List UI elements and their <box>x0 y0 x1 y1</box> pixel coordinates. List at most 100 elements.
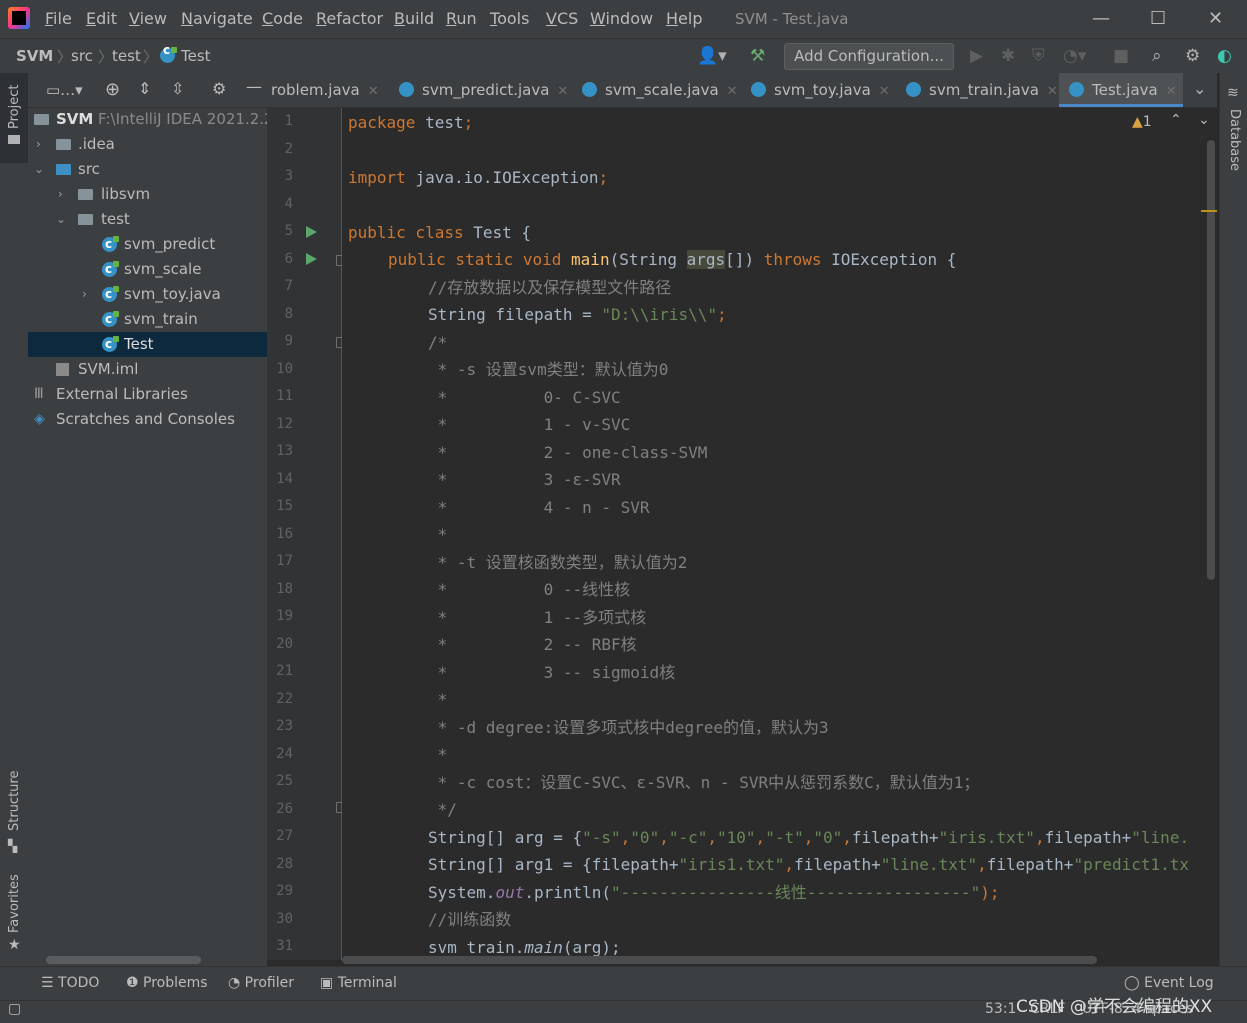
minimize-icon[interactable]: — <box>1092 8 1110 29</box>
tree-item-scratches[interactable]: ◈ Scratches and Consoles <box>28 407 267 432</box>
tree-item-libsvm[interactable]: › libsvm <box>28 182 267 207</box>
inspection-widget[interactable]: ▲1 <box>1132 114 1152 130</box>
iml-file-icon <box>56 363 69 376</box>
terminal-tool[interactable]: ▣ Terminal <box>320 975 397 991</box>
run-icon[interactable]: ▶ <box>970 46 983 66</box>
warning-marker[interactable] <box>1201 210 1217 212</box>
run-gutter-icon[interactable] <box>306 253 317 265</box>
line-number: 31 <box>276 938 293 954</box>
string-literal: "line.txt" <box>880 855 978 874</box>
build-hammer-icon[interactable]: ⚒ <box>750 46 765 66</box>
tab-svm-predict[interactable]: svm_predict.java ✕ <box>399 73 568 107</box>
project-tab-label[interactable]: Project <box>7 85 22 129</box>
hide-icon[interactable]: — <box>246 77 262 96</box>
chevron-down-icon[interactable]: ⌄ <box>56 207 66 232</box>
tree-item-src[interactable]: ⌄ src <box>28 157 267 182</box>
gear-icon[interactable]: ⚙ <box>1185 46 1200 66</box>
breadcrumb-svm[interactable]: SVM <box>16 47 53 65</box>
close-icon[interactable]: ✕ <box>1208 8 1223 29</box>
collapse-all-icon[interactable]: ⇳ <box>171 79 184 98</box>
tree-item-test[interactable]: ⌄ test <box>28 207 267 232</box>
gear-icon[interactable]: ⚙ <box>212 79 226 98</box>
database-tab-label[interactable]: Database <box>1227 109 1242 171</box>
add-configuration-button[interactable]: Add Configuration... <box>784 43 954 70</box>
maximize-icon[interactable]: ☐ <box>1150 8 1166 29</box>
menu-code[interactable]: Code <box>262 9 303 28</box>
coverage-icon[interactable]: ⛨ <box>1032 46 1045 66</box>
structure-tab-label[interactable]: Structure <box>7 771 22 831</box>
line-number: 1 <box>284 113 293 129</box>
chevron-right-icon[interactable]: › <box>36 132 41 157</box>
tab-svm-toy[interactable]: svm_toy.java ✕ <box>751 73 890 107</box>
menu-run[interactable]: Run <box>446 9 477 28</box>
code-text: , <box>977 855 987 874</box>
problems-tool[interactable]: ❶ Problems <box>126 975 208 991</box>
code-editor[interactable]: package test; import java.io.IOException… <box>342 108 1218 960</box>
caret-position[interactable]: 53:1 <box>985 1001 1016 1017</box>
tab-svm-train[interactable]: svm_train.java ✕ <box>906 73 1058 107</box>
close-tab-icon[interactable]: ✕ <box>879 84 890 99</box>
stop-icon[interactable]: ■ <box>1113 46 1129 66</box>
menu-view[interactable]: View <box>129 9 167 28</box>
menu-navigate[interactable]: Navigate <box>181 9 253 28</box>
plugin-icon[interactable]: ◐ <box>1217 46 1232 66</box>
tree-root[interactable]: SVM F:\IntelliJ IDEA 2021.2.2 <box>28 107 274 132</box>
navigation-bar: SVM 〉 src 〉 test 〉 Test 👤▾ ⚒ Add Configu… <box>0 38 1247 74</box>
chevron-down-icon[interactable]: ⌄ <box>1198 112 1210 128</box>
toggle-tool-windows-icon[interactable]: ▢ <box>8 1001 21 1017</box>
breadcrumb-test-class[interactable]: Test <box>181 47 211 65</box>
tree-item-svm-toy[interactable]: › svm_toy.java <box>28 282 267 307</box>
tab-svm-scale[interactable]: svm_scale.java ✕ <box>582 73 738 107</box>
tree-item-svm-iml[interactable]: SVM.iml <box>28 357 267 382</box>
breadcrumb-test[interactable]: test <box>112 47 141 65</box>
search-icon[interactable]: ⌕ <box>1152 46 1162 66</box>
menu-help[interactable]: Help <box>666 9 702 28</box>
editor-vertical-scrollbar[interactable] <box>1207 140 1215 580</box>
run-gutter-icon[interactable] <box>306 226 317 238</box>
debug-icon[interactable]: ✱ <box>1001 46 1015 66</box>
menu-edit[interactable]: Edit <box>86 9 117 28</box>
menu-file[interactable]: File <box>45 9 72 28</box>
tab-problem-java[interactable]: roblem.java ✕ <box>271 73 379 107</box>
close-tab-icon[interactable]: ✕ <box>727 84 738 99</box>
menu-tools[interactable]: Tools <box>490 9 529 28</box>
user-icon[interactable]: 👤▾ <box>697 46 727 66</box>
close-tab-icon[interactable]: ✕ <box>368 84 379 99</box>
class-icon <box>399 82 414 97</box>
favorites-tab-label[interactable]: Favorites <box>7 874 22 933</box>
tree-item-svm-predict[interactable]: svm_predict <box>28 232 267 257</box>
tree-item-label: svm_toy.java <box>124 285 221 303</box>
project-scrollbar[interactable] <box>46 956 201 964</box>
chevron-down-icon[interactable]: ⌄ <box>34 157 44 182</box>
editor-horizontal-scrollbar[interactable] <box>342 956 1097 964</box>
tree-item-external-libraries[interactable]: Ⅲ External Libraries <box>28 382 267 407</box>
string-literal: "line. <box>1131 828 1190 847</box>
menu-build[interactable]: Build <box>394 9 434 28</box>
tree-item-svm-scale[interactable]: svm_scale <box>28 257 267 282</box>
event-log-tool[interactable]: ◯ Event Log <box>1124 975 1214 991</box>
tab-test-java[interactable]: Test.java ✕ <box>1059 73 1183 107</box>
todo-tool[interactable]: ☰ TODO <box>41 975 99 991</box>
todo-label: TODO <box>58 975 100 991</box>
expand-all-icon[interactable]: ⇕ <box>138 79 151 98</box>
locate-icon[interactable]: ⊕ <box>105 79 120 100</box>
close-tab-icon[interactable]: ✕ <box>557 84 568 99</box>
tree-item-test-class[interactable]: Test <box>28 332 267 357</box>
tab-label: svm_predict.java <box>422 81 550 99</box>
close-tab-icon[interactable]: ✕ <box>1047 84 1058 99</box>
profiler-tool[interactable]: ◔ Profiler <box>228 975 294 991</box>
chevron-right-icon[interactable]: › <box>82 282 87 307</box>
chevron-up-icon[interactable]: ⌃ <box>1170 112 1182 128</box>
tree-item-idea[interactable]: › .idea <box>28 132 267 157</box>
menu-vcs[interactable]: VCS <box>546 9 578 28</box>
chevron-down-icon[interactable]: ⌄ <box>1193 79 1206 98</box>
menu-window[interactable]: Window <box>590 9 653 28</box>
chevron-right-icon[interactable]: › <box>58 182 63 207</box>
menu-refactor[interactable]: Refactor <box>316 9 383 28</box>
close-tab-icon[interactable]: ✕ <box>1166 84 1177 99</box>
breadcrumb-src[interactable]: src <box>71 47 93 65</box>
keyword: throws <box>763 250 822 269</box>
project-view-icon[interactable]: ▭…▾ <box>46 81 83 99</box>
profile-icon[interactable]: ◔▾ <box>1063 46 1086 66</box>
tree-item-svm-train[interactable]: svm_train <box>28 307 267 332</box>
